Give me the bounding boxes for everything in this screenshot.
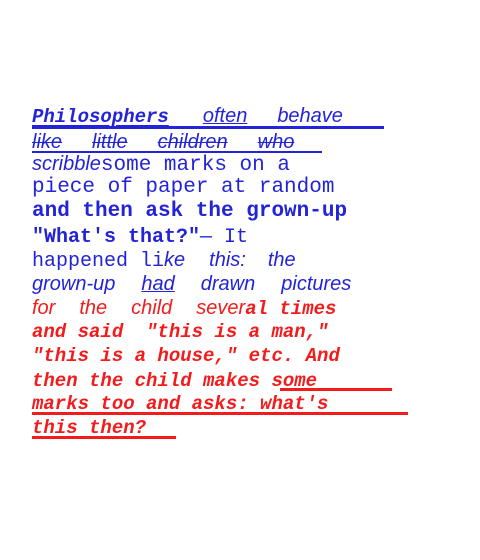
underline-rule-1 — [32, 126, 384, 129]
word-often: often — [202, 105, 248, 127]
text-then-the-child: then the child ma — [32, 370, 226, 392]
text-line-6: "What's that?" — It — [32, 224, 432, 249]
word-sever: sever — [196, 297, 246, 319]
text-happened: happened li — [32, 250, 165, 273]
word-pictures: pictures — [281, 273, 352, 295]
word-this: this: — [209, 249, 246, 271]
word-had: had — [141, 273, 175, 295]
text-line-10: and said "this is a man," — [32, 321, 329, 343]
text-some-marks: some marks on a — [100, 154, 290, 177]
text-line-9: for the child several times — [32, 296, 432, 320]
word-drawn: drawn — [200, 273, 256, 295]
text-line-3: scribble some marks on a — [32, 152, 432, 177]
word-grown-up: grown-up — [32, 273, 116, 295]
underline-rule-12 — [280, 388, 392, 391]
word-behave: behave — [277, 105, 343, 127]
word-for: for — [32, 297, 56, 319]
word-the-2: the — [79, 297, 108, 319]
text-whats-that: "What's that?" — [32, 226, 201, 249]
text-al-times: al times — [245, 298, 337, 320]
word-the: the — [267, 249, 296, 271]
text-line-5: and then ask the grown-up — [32, 200, 348, 223]
text-line-1: Philosophers often behave — [32, 104, 432, 128]
text-it: — It — [200, 226, 249, 249]
text-line-11: "this is a house," etc. And — [32, 345, 340, 367]
word-scribble: scribble — [32, 153, 101, 175]
text-line-7: happened like this: the — [32, 248, 432, 273]
word-child: child — [131, 297, 173, 319]
underline-rule-14 — [32, 436, 176, 439]
underline-rule-13 — [32, 412, 408, 415]
text-line-8: grown-up had drawn pictures — [32, 272, 432, 296]
text-ke: ke — [164, 249, 186, 271]
text-line-4: piece of paper at random — [32, 176, 335, 199]
